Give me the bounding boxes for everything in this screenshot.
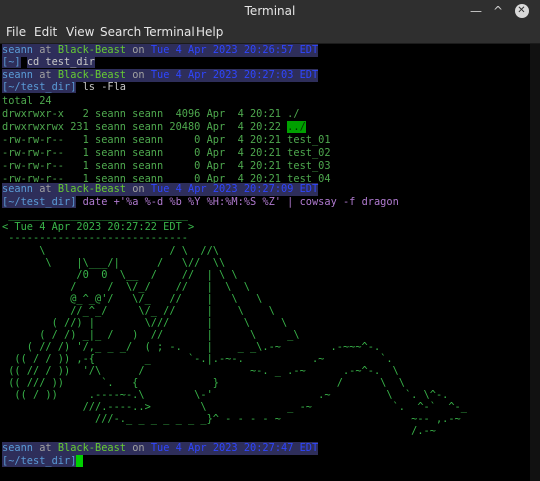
minimize-icon[interactable]: — bbox=[468, 3, 484, 19]
cowsay-bottom: ----------------------------- bbox=[2, 232, 188, 244]
command-line: [~/test_dir] ls -Fla bbox=[2, 81, 127, 93]
command-line: [~] cd test_dir bbox=[2, 56, 96, 68]
ls-row: drwxrwxr-x 2 seann seann 4096 Apr 4 20:2… bbox=[2, 108, 300, 120]
menu-terminal[interactable]: Terminal bbox=[144, 25, 195, 39]
scrollbar[interactable] bbox=[530, 44, 540, 481]
terminal-output[interactable]: seann at Black-Beast on Tue 4 Apr 2023 2… bbox=[0, 44, 530, 481]
prompt-line: seann at Black-Beast on Tue 4 Apr 2023 2… bbox=[2, 442, 319, 455]
ls-row: -rw-rw-r-- 1 seann seann 0 Apr 4 20:21 t… bbox=[2, 147, 331, 159]
title-bar: Terminal — ^ ✕ bbox=[0, 0, 540, 22]
command-line: [~/test_dir] date +'%a %-d %b %Y %H:%M:%… bbox=[2, 196, 399, 208]
menu-view[interactable]: View bbox=[66, 25, 94, 39]
parent-dir-highlight: ../ bbox=[287, 121, 306, 133]
menu-file[interactable]: File bbox=[6, 25, 26, 39]
menu-edit[interactable]: Edit bbox=[34, 25, 57, 39]
maximize-icon[interactable]: ^ bbox=[490, 3, 506, 19]
ls-row: -rw-rw-r-- 1 seann seann 0 Apr 4 20:21 t… bbox=[2, 134, 331, 146]
ls-row: drwxrwxrwx 231 seann seann 20480 Apr 4 2… bbox=[2, 121, 306, 133]
ls-total: total 24 bbox=[2, 95, 52, 107]
menu-help[interactable]: Help bbox=[196, 25, 223, 39]
menu-search[interactable]: Search bbox=[100, 25, 141, 39]
command-line: [~/test_dir] bbox=[2, 455, 84, 468]
menu-bar: File Edit View Search Terminal Help bbox=[0, 22, 540, 44]
prompt-line: seann at Black-Beast on Tue 4 Apr 2023 2… bbox=[2, 183, 319, 196]
cursor bbox=[76, 455, 84, 467]
dragon-art-line: /.-~ bbox=[2, 425, 436, 437]
ls-row: -rw-rw-r-- 1 seann seann 0 Apr 4 20:21 t… bbox=[2, 160, 331, 172]
window-title: Terminal bbox=[244, 4, 296, 18]
close-icon[interactable]: ✕ bbox=[513, 2, 530, 19]
terminal-window: Terminal — ^ ✕ File Edit View Search Ter… bbox=[0, 0, 540, 481]
